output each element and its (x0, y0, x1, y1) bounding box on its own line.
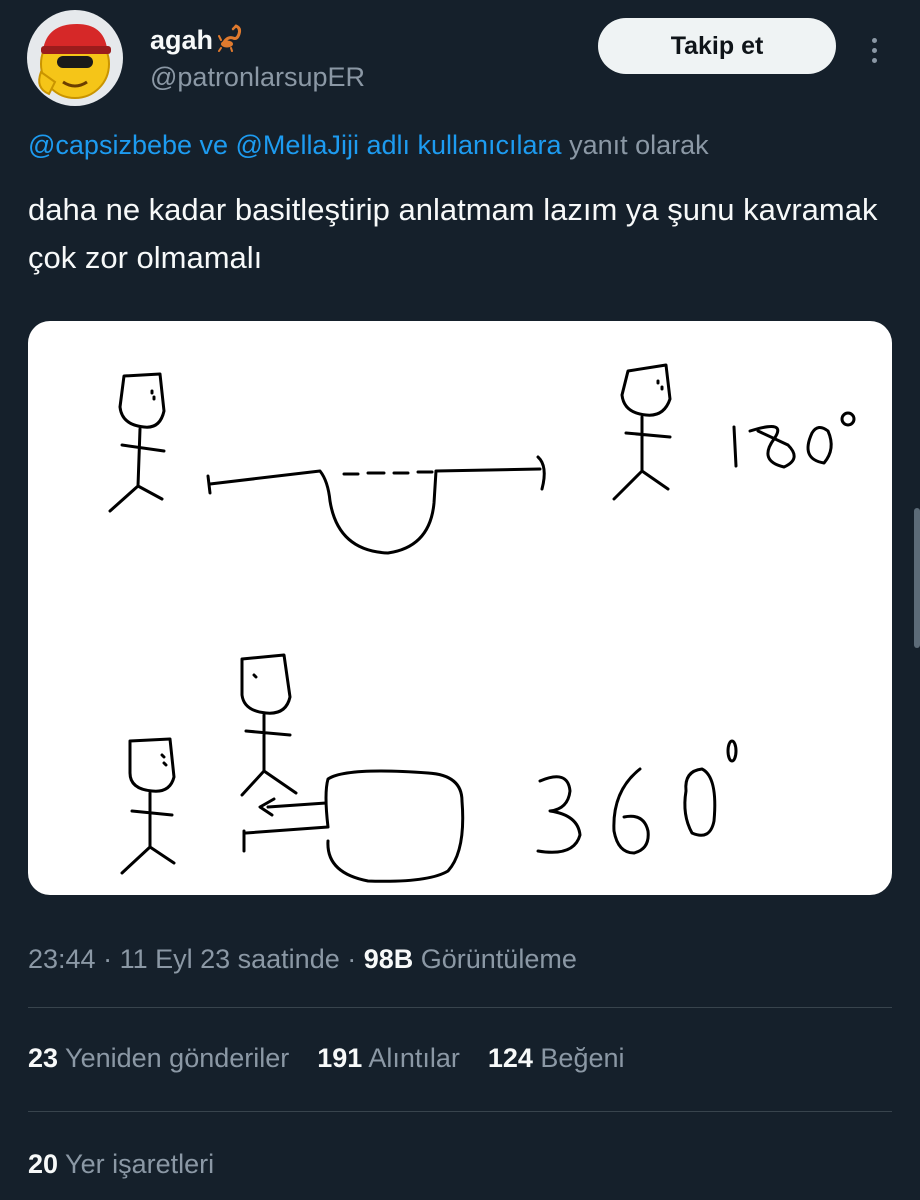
tweet-text: daha ne kadar basitleştirip anlatmam laz… (28, 192, 878, 275)
tweet-meta: 23:44 · 11 Eyl 23 saatinde · 98B Görüntü… (28, 944, 577, 975)
likes-stat[interactable]: 124 Beğeni (488, 1043, 625, 1074)
likes-label: Beğeni (532, 1043, 625, 1073)
reply-suffix: yanıt olarak (561, 130, 709, 160)
meta-separator: · (339, 944, 364, 974)
retweets-stat[interactable]: 23 Yeniden gönderiler (28, 1043, 289, 1074)
bookmarks-stat[interactable]: 20 Yer işaretleri (28, 1149, 214, 1180)
quotes-label: Alıntılar (362, 1043, 460, 1073)
divider (28, 1007, 892, 1008)
avatar-emoji-icon (38, 24, 111, 99)
reply-context: @capsizbebe ve @MellaJiji adlı kullanıcı… (28, 130, 709, 161)
engagement-stats: 23 Yeniden gönderiler 191 Alıntılar 124 … (28, 1043, 625, 1074)
meta-separator: · (95, 944, 120, 974)
views-count: 98B (363, 944, 414, 974)
avatar[interactable] (27, 10, 123, 106)
stick-figure-drawing (108, 363, 856, 883)
quotes-count: 191 (317, 1043, 363, 1073)
user-handle[interactable]: @patronlarsupER (150, 62, 365, 93)
quotes-stat[interactable]: 191 Alıntılar (317, 1043, 460, 1074)
retweets-label: Yeniden gönderiler (58, 1043, 290, 1073)
tweet-date[interactable]: 11 Eyl 23 saatinde (120, 944, 340, 974)
bookmarks-label: Yer işaretleri (58, 1149, 215, 1179)
scrollbar[interactable] (914, 508, 920, 648)
retweets-count: 23 (28, 1043, 59, 1073)
follow-button[interactable]: Takip et (598, 18, 836, 74)
reply-users-link[interactable]: @capsizbebe ve @MellaJiji adlı kullanıcı… (28, 130, 562, 160)
likes-count: 124 (487, 1043, 533, 1073)
user-name-text: agah (150, 25, 214, 55)
divider (28, 1111, 892, 1112)
scorpion-icon (217, 22, 247, 59)
tweet-time[interactable]: 23:44 (28, 944, 96, 974)
views-label: Görüntüleme (413, 944, 577, 974)
tweet-image[interactable] (28, 321, 892, 895)
user-display-name[interactable]: agah (150, 22, 247, 59)
bookmarks-count: 20 (28, 1149, 59, 1179)
more-options-icon[interactable] (860, 30, 888, 70)
